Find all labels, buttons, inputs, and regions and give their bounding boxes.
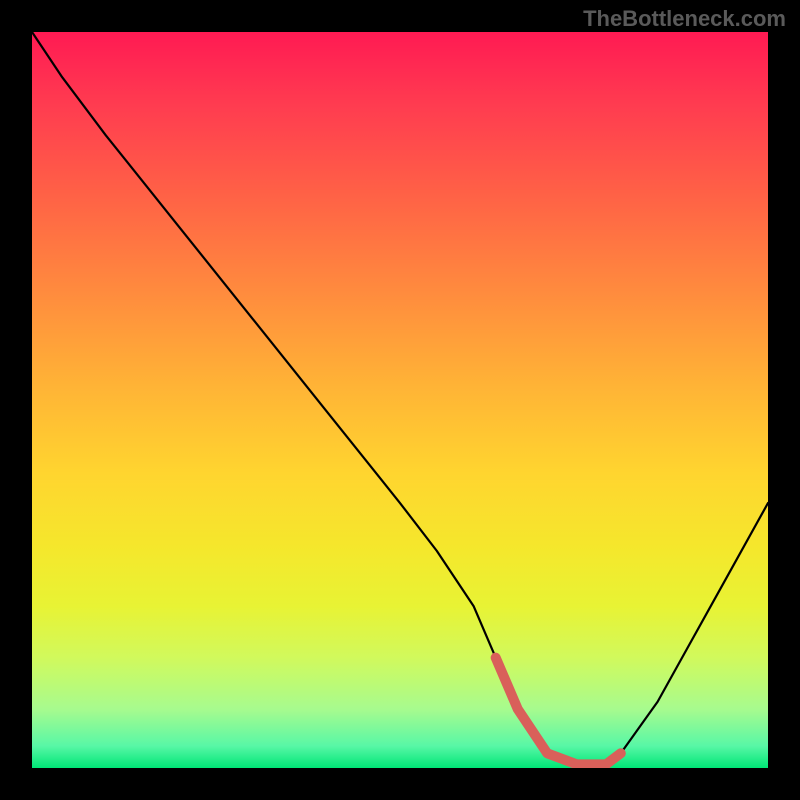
watermark-text: TheBottleneck.com xyxy=(583,6,786,32)
bottleneck-curve-line xyxy=(32,32,768,764)
plot-area xyxy=(32,32,768,768)
highlight-valley-line xyxy=(496,658,621,765)
chart-svg xyxy=(32,32,768,768)
